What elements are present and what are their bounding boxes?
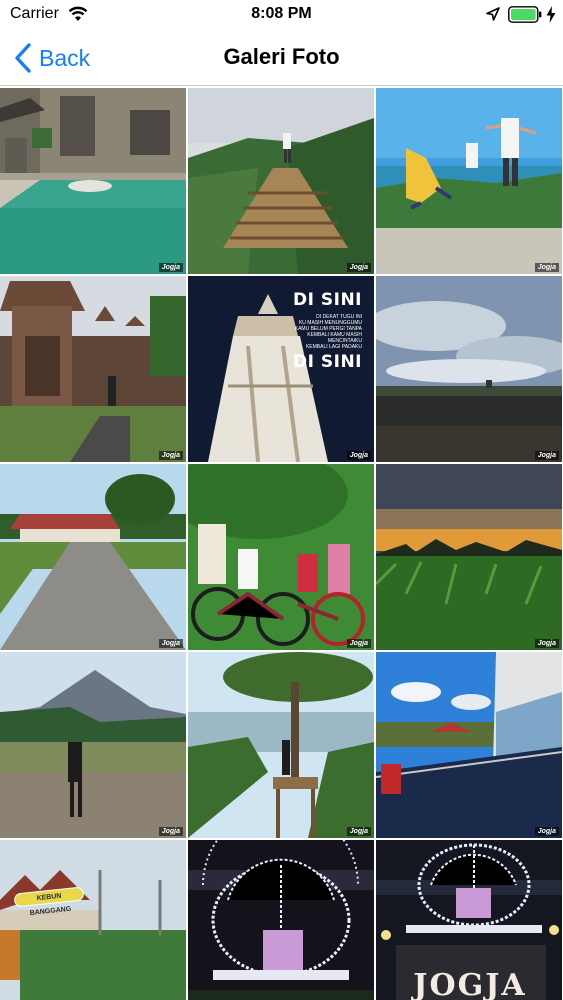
photo-thumbnail[interactable]: Jogja	[376, 276, 562, 462]
photo-thumbnail[interactable]: Jogja	[188, 88, 374, 274]
photo-image	[376, 276, 562, 462]
quote-heading: DI SINI	[293, 290, 362, 310]
photo-thumbnail[interactable]: Jogja	[0, 464, 186, 650]
charging-bolt-icon	[546, 6, 556, 23]
photo-image	[376, 88, 562, 274]
watermark: Jogja	[158, 263, 183, 272]
watermark: Jogja	[534, 827, 559, 836]
photo-image	[0, 88, 186, 274]
photo-thumbnail[interactable]: KEBUN BANGGANG Jogja	[0, 840, 186, 1000]
watermark: Jogja	[534, 451, 559, 460]
photo-thumbnail[interactable]: Jogja	[188, 652, 374, 838]
watermark: Jogja	[534, 263, 559, 272]
photo-thumbnail[interactable]: Jogja	[376, 464, 562, 650]
status-bar: Carrier 8:08 PM	[0, 0, 563, 30]
photo-thumbnail[interactable]: Jogja	[188, 840, 374, 1000]
photo-gallery: Jogja Jogja Jogja Jogja DI SINI DI DEKAT…	[0, 88, 563, 1000]
photo-thumbnail[interactable]: Jogja	[0, 276, 186, 462]
watermark: Jogja	[346, 451, 371, 460]
photo-image	[0, 652, 186, 838]
quote-line: KEMBALI LAGI PADAKU	[305, 344, 362, 350]
quote-overlay: DI SINI DI DEKAT TUGU INI KU MASIH MENUN…	[188, 276, 374, 462]
photo-image	[0, 464, 186, 650]
watermark: Jogja	[158, 451, 183, 460]
watermark: Jogja	[346, 639, 371, 648]
watermark: Jogja	[158, 827, 183, 836]
photo-image	[188, 464, 374, 650]
watermark: Jogja	[158, 639, 183, 648]
battery-icon	[508, 6, 542, 23]
photo-thumbnail[interactable]: Jogja	[376, 88, 562, 274]
watermark: Jogja	[346, 263, 371, 272]
photo-thumbnail[interactable]: DI SINI DI DEKAT TUGU INI KU MASIH MENUN…	[188, 276, 374, 462]
photo-image	[188, 652, 374, 838]
photo-thumbnail[interactable]: Jogja	[0, 652, 186, 838]
photo-thumbnail[interactable]: Jogja	[188, 464, 374, 650]
location-arrow-icon	[486, 7, 500, 21]
quote-heading: DI SINI	[293, 352, 362, 372]
navigation-bar: Back Galeri Foto	[0, 30, 563, 86]
page-title: Galeri Foto	[223, 44, 340, 69]
watermark: Jogja	[346, 827, 371, 836]
photo-image	[0, 276, 186, 462]
clock: 8:08 PM	[251, 5, 312, 22]
photo-image	[376, 652, 562, 838]
photo-image	[188, 88, 374, 274]
photo-thumbnail[interactable]: Jogja	[0, 88, 186, 274]
photo-thumbnail[interactable]: JOGJA Jogja	[376, 840, 562, 1000]
photo-thumbnail[interactable]: Jogja	[376, 652, 562, 838]
jogja-sign: JOGJA	[413, 968, 527, 1000]
photo-image	[188, 840, 374, 1000]
watermark: Jogja	[534, 639, 559, 648]
photo-image	[376, 464, 562, 650]
photo-image	[0, 840, 186, 1000]
